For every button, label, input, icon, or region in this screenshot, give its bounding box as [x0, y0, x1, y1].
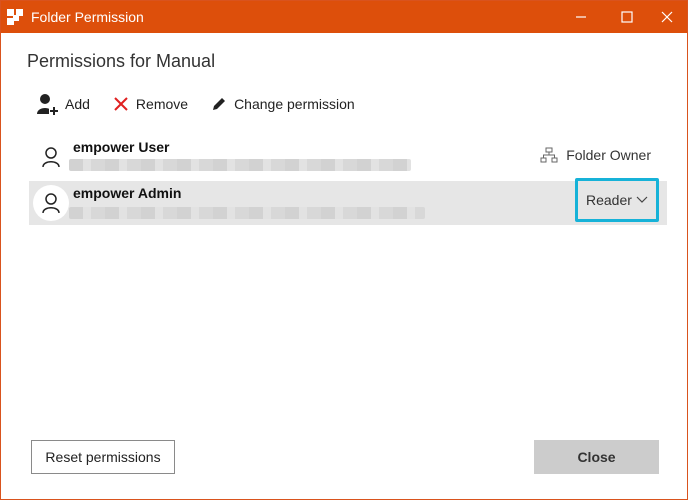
title-bar: Folder Permission: [1, 1, 687, 33]
page-title: Permissions for Manual: [27, 51, 216, 71]
close-window-button[interactable]: [647, 1, 687, 33]
user-row-selected[interactable]: empower Admin Reader: [29, 178, 667, 225]
close-button[interactable]: Close: [534, 440, 659, 474]
redacted-email: [69, 207, 425, 219]
app-icon: [7, 9, 23, 25]
reset-permissions-button[interactable]: Reset permissions: [31, 440, 175, 474]
owner-role: Folder Owner: [566, 147, 651, 163]
pencil-icon: [213, 98, 226, 110]
change-permission-button[interactable]: Change permission: [210, 95, 355, 113]
toolbar: Add Remove Change permission: [35, 91, 377, 117]
user-row[interactable]: empower User Folder Owner: [29, 135, 667, 179]
remove-icon: [114, 97, 128, 111]
user-name: empower User: [73, 139, 170, 155]
window-title: Folder Permission: [31, 9, 144, 25]
minimize-button[interactable]: [561, 1, 601, 33]
hierarchy-icon: [540, 147, 558, 163]
add-user-button[interactable]: Add: [35, 92, 90, 116]
add-user-icon: [37, 94, 59, 116]
admin-name: empower Admin: [73, 185, 182, 201]
user-avatar-icon: [33, 139, 69, 175]
admin-avatar-icon: [33, 185, 69, 221]
redacted-email: [69, 159, 411, 171]
permission-value: Reader: [586, 192, 632, 208]
folder-permission-window: Folder Permission Permissions for Manual…: [0, 0, 688, 500]
remove-button[interactable]: Remove: [112, 95, 188, 113]
add-label: Add: [65, 96, 90, 112]
maximize-button[interactable]: [607, 1, 647, 33]
change-permission-label: Change permission: [234, 96, 355, 112]
remove-label: Remove: [135, 96, 189, 112]
folder-owner-label: Folder Owner: [540, 147, 651, 163]
permission-dropdown[interactable]: Reader: [575, 178, 659, 222]
chevron-down-icon: [636, 196, 648, 203]
